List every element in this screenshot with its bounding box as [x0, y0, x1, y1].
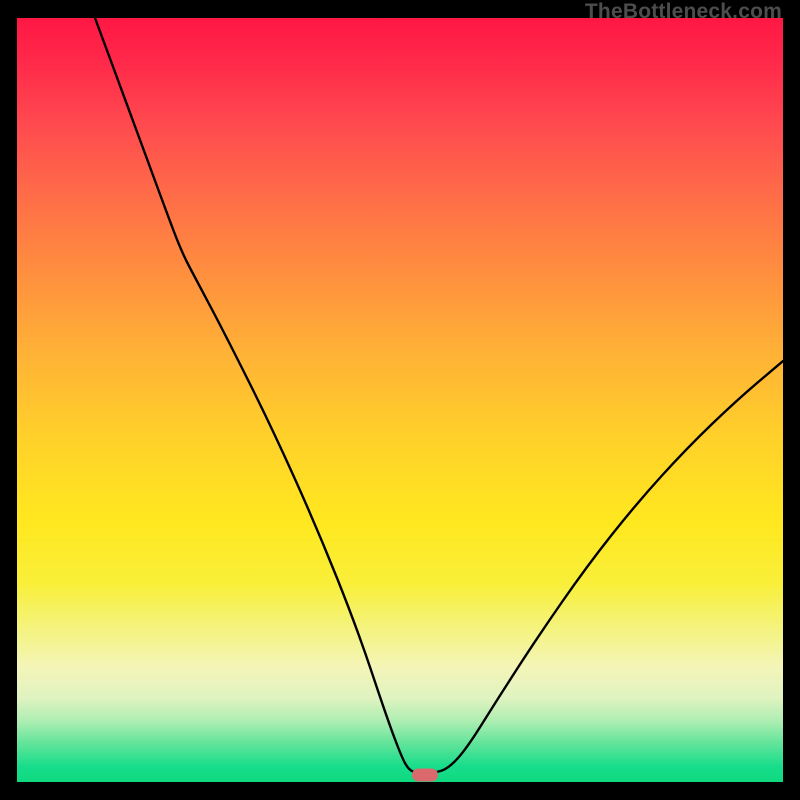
chart-frame	[17, 18, 783, 782]
minimum-marker	[412, 769, 438, 782]
chart-background-gradient	[17, 18, 783, 782]
